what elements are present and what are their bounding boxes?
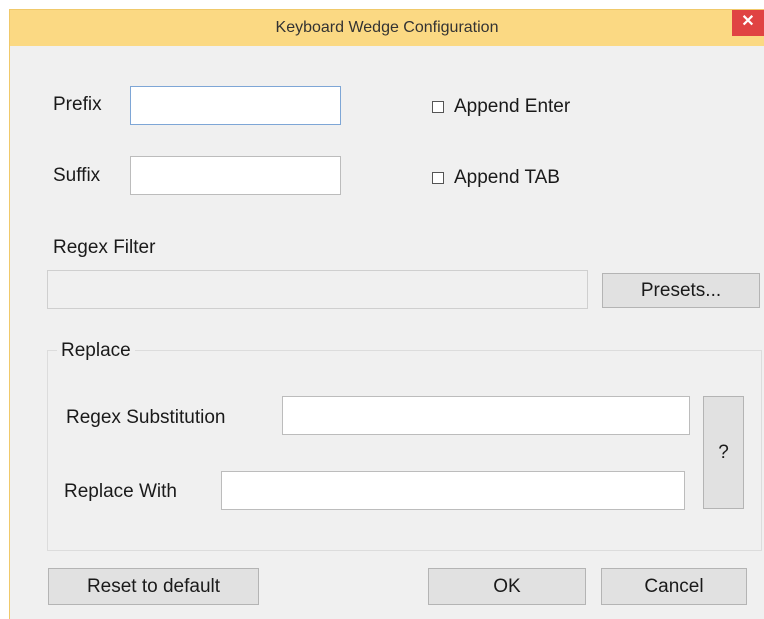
append-tab-checkbox[interactable]: Append TAB [432,167,560,189]
regex-filter-label: Regex Filter [53,237,156,258]
replace-group-title: Replace [57,340,135,362]
presets-button[interactable]: Presets... [602,273,760,308]
reset-to-default-button[interactable]: Reset to default [48,568,259,605]
window-title: Keyboard Wedge Configuration [275,19,499,36]
append-tab-checkbox-box[interactable] [432,172,444,184]
prefix-label: Prefix [53,94,102,115]
append-enter-checkbox[interactable]: Append Enter [432,96,570,118]
suffix-label: Suffix [53,165,101,186]
regex-substitution-input[interactable] [282,396,690,435]
close-icon: ✕ [741,13,755,30]
ok-button[interactable]: OK [428,568,586,605]
append-enter-label: Append Enter [454,96,571,117]
title-bar: Keyboard Wedge Configuration ✕ [10,10,764,46]
suffix-input[interactable] [130,156,341,195]
regex-help-button[interactable]: ? [703,396,744,509]
prefix-input[interactable] [130,86,341,125]
append-tab-label: Append TAB [454,167,560,188]
replace-with-input[interactable] [221,471,685,510]
close-button[interactable]: ✕ [732,10,764,36]
append-enter-checkbox-box[interactable] [432,101,444,113]
keyboard-wedge-dialog: Keyboard Wedge Configuration ✕ Prefix Su… [9,9,764,619]
replace-group [47,350,762,551]
replace-with-label: Replace With [64,481,177,502]
regex-substitution-label: Regex Substitution [66,407,226,428]
cancel-button[interactable]: Cancel [601,568,747,605]
regex-filter-input[interactable] [47,270,588,309]
